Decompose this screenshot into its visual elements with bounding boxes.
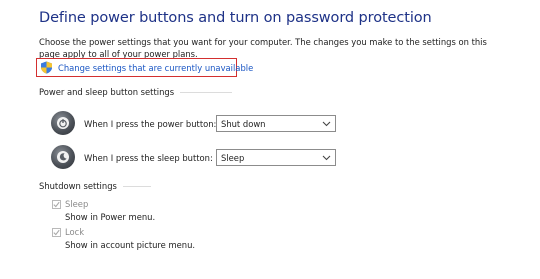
shutdown-header-text: Shutdown settings xyxy=(39,181,117,191)
lock-checkbox-label: Lock xyxy=(65,227,85,237)
change-settings-link-text[interactable]: Change settings that are currently unava… xyxy=(58,63,253,73)
sleep-option-description: Show in Power menu. xyxy=(65,212,156,222)
power-button-action-value: Shut down xyxy=(221,118,266,129)
shutdown-option-lock: Lock xyxy=(52,227,84,237)
divider xyxy=(122,185,151,187)
uac-shield-icon xyxy=(40,61,53,74)
shutdown-group-header: Shutdown settings xyxy=(39,181,151,191)
power-button-action-select[interactable]: Shut down xyxy=(216,115,336,132)
sleep-button-action-select[interactable]: Sleep xyxy=(216,149,336,166)
change-settings-link[interactable]: Change settings that are currently unava… xyxy=(36,58,253,77)
power-sleep-header-text: Power and sleep button settings xyxy=(39,87,175,97)
shutdown-option-sleep: Sleep xyxy=(52,199,88,209)
sleep-checkbox[interactable] xyxy=(52,199,61,209)
page-description: Choose the power settings that you want … xyxy=(39,37,487,59)
lock-checkbox[interactable] xyxy=(52,227,61,237)
sleep-button-action-value: Sleep xyxy=(221,152,245,163)
sleep-checkbox-label: Sleep xyxy=(65,199,89,209)
chevron-down-icon xyxy=(322,155,331,161)
check-icon xyxy=(53,201,60,207)
sleep-button-label: When I press the sleep button: xyxy=(84,153,213,163)
sleep-button-icon xyxy=(51,145,75,169)
chevron-down-icon xyxy=(322,121,331,127)
divider xyxy=(180,91,233,93)
page-title: Define power buttons and turn on passwor… xyxy=(39,10,432,26)
check-icon xyxy=(53,229,60,235)
power-button-icon xyxy=(51,111,75,135)
lock-option-description: Show in account picture menu. xyxy=(65,240,196,250)
power-sleep-group-header: Power and sleep button settings xyxy=(39,87,233,97)
power-button-label: When I press the power button: xyxy=(84,119,217,129)
